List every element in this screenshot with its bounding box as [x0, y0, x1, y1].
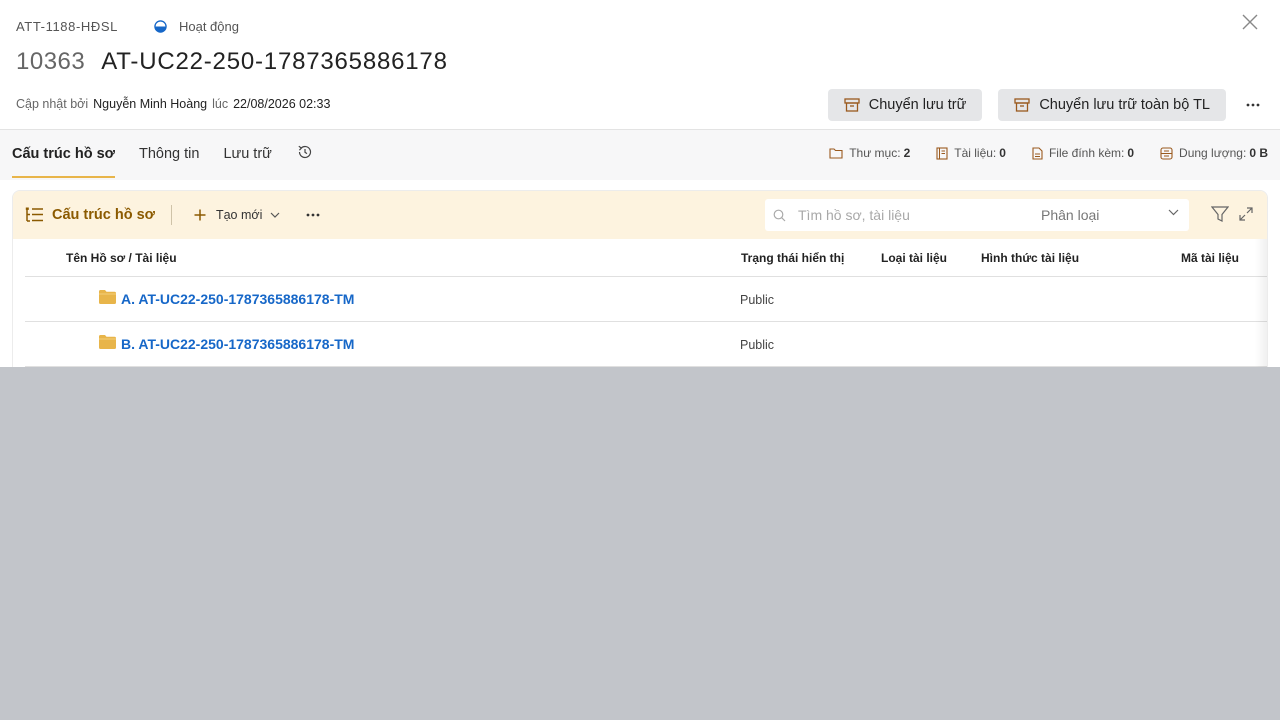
column-header-doc-code[interactable]: Mã tài liệu	[1181, 251, 1239, 265]
archive-button[interactable]: Chuyển lưu trữ	[827, 89, 983, 121]
record-topline: ATT-1188-HĐSL Hoạt động	[16, 18, 239, 34]
record-title-row: 10363 AT-UC22-250-1787365886178	[16, 48, 448, 76]
tab-archive[interactable]: Lưu trữ	[223, 130, 271, 178]
create-new-dropdown[interactable]: Tạo mới	[194, 208, 280, 222]
folder-icon	[99, 335, 116, 349]
more-actions-button[interactable]	[1242, 94, 1264, 116]
stat-attachments-label: File đính kèm:	[1048, 146, 1125, 160]
document-book-icon	[936, 146, 948, 160]
record-stats: Thư mục: 2 Tài liệu: 0 File đính kèm: 0	[803, 146, 1268, 160]
column-header-doc-type[interactable]: Loại tài liệu	[881, 251, 947, 265]
table-header: Tên Hồ sơ / Tài liệu Trạng thái hiển thị…	[25, 239, 1267, 277]
table-scroll-shadow	[1255, 239, 1267, 367]
more-dots-icon	[306, 213, 320, 217]
archive-button-label: Chuyển lưu trữ	[868, 97, 967, 113]
tree-list-icon	[25, 207, 43, 222]
table-row[interactable]: B. AT-UC22-250-1787365886178-TM Public	[25, 322, 1267, 367]
row-name-link[interactable]: B. AT-UC22-250-1787365886178-TM	[121, 336, 354, 352]
record-code: ATT-1188-HĐSL	[16, 18, 118, 34]
column-header-name[interactable]: Tên Hồ sơ / Tài liệu	[66, 251, 177, 265]
updated-at-label: lúc	[212, 97, 229, 111]
toolbar-more-button[interactable]	[306, 213, 320, 217]
tab-structure[interactable]: Cấu trúc hồ sơ	[12, 130, 115, 178]
search-icon	[773, 209, 786, 221]
stat-documents: Tài liệu: 0	[936, 146, 1006, 160]
search-input[interactable]	[798, 207, 1033, 223]
archive-all-button-label: Chuyển lưu trữ toàn bộ TL	[1039, 97, 1210, 113]
record-title: AT-UC22-250-1787365886178	[101, 48, 448, 75]
file-icon	[1032, 146, 1043, 160]
stat-size: Dung lượng: 0 B	[1160, 146, 1268, 160]
structure-title: Cấu trúc hồ sơ	[25, 207, 155, 223]
column-header-visibility[interactable]: Trạng thái hiển thị	[741, 251, 844, 265]
structure-title-text: Cấu trúc hồ sơ	[52, 207, 155, 223]
create-new-label: Tạo mới	[215, 208, 263, 222]
record-panel: ATT-1188-HĐSL Hoạt động 10363 AT-UC22-25…	[0, 0, 1280, 367]
more-dots-icon	[1246, 103, 1260, 107]
stat-attachments: File đính kèm: 0	[1032, 146, 1134, 160]
filter-icon[interactable]	[1211, 206, 1229, 223]
storage-icon	[1160, 146, 1173, 160]
status-indicator: Hoạt động	[154, 19, 239, 34]
status-half-circle-icon	[154, 19, 167, 33]
updated-by-label: Cập nhật bởi	[16, 97, 89, 111]
table-row[interactable]: A. AT-UC22-250-1787365886178-TM Public	[25, 277, 1267, 322]
row-visibility: Public	[740, 293, 775, 307]
header-actions: Chuyển lưu trữ Chuyển lưu trữ toàn bộ TL	[827, 89, 1264, 121]
folder-outline-icon	[829, 148, 843, 159]
row-name-link[interactable]: A. AT-UC22-250-1787365886178-TM	[121, 291, 354, 307]
stat-documents-label: Tài liệu:	[954, 146, 997, 160]
update-meta: Cập nhật bởi Nguyễn Minh Hoàng lúc 22/08…	[16, 97, 330, 111]
history-icon[interactable]	[296, 143, 314, 161]
tab-bar: Cấu trúc hồ sơ Thông tin Lưu trữ	[12, 130, 314, 178]
chevron-down-icon[interactable]	[1168, 209, 1179, 216]
stat-attachments-value: 0	[1127, 146, 1135, 160]
chevron-down-icon	[270, 212, 280, 218]
close-icon[interactable]	[1240, 12, 1260, 32]
record-number: 10363	[16, 48, 86, 75]
status-text: Hoạt động	[178, 18, 239, 34]
classify-select[interactable]: Phân loại	[1041, 207, 1151, 223]
stat-folders-value: 2	[903, 146, 911, 160]
stat-documents-value: 0	[999, 146, 1006, 160]
stat-size-label: Dung lượng:	[1179, 146, 1247, 160]
expand-icon[interactable]	[1239, 207, 1253, 221]
stat-size-value: 0 B	[1249, 146, 1268, 160]
folder-icon	[99, 290, 116, 304]
tabs-area: Cấu trúc hồ sơ Thông tin Lưu trữ Thư mục…	[0, 130, 1280, 180]
stat-folders: Thư mục: 2	[829, 146, 910, 160]
archive-box-icon	[1014, 98, 1030, 112]
column-header-doc-form[interactable]: Hình thức tài liệu	[981, 251, 1079, 265]
search-box: Phân loại	[765, 199, 1189, 231]
updated-by-user: Nguyễn Minh Hoàng	[93, 97, 208, 111]
plus-icon	[194, 209, 206, 221]
row-visibility: Public	[740, 338, 775, 352]
toolbar-separator	[170, 205, 172, 225]
structure-toolbar: Cấu trúc hồ sơ Tạo mới Tìm hồ sơ, tài li…	[13, 191, 1267, 239]
stat-folders-label: Thư mục:	[849, 146, 901, 160]
archive-box-icon	[844, 98, 860, 112]
structure-card: Cấu trúc hồ sơ Tạo mới Tìm hồ sơ, tài li…	[12, 190, 1268, 367]
updated-at-time: 22/08/2026 02:33	[233, 97, 331, 111]
tab-info[interactable]: Thông tin	[139, 130, 199, 178]
archive-all-button[interactable]: Chuyển lưu trữ toàn bộ TL	[998, 89, 1226, 121]
